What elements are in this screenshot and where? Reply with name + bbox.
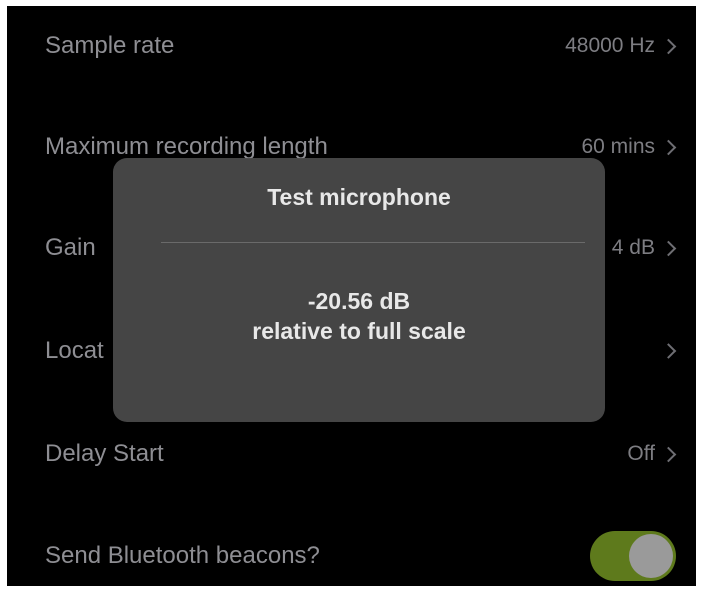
bluetooth-beacons-label: Send Bluetooth beacons? (45, 542, 320, 569)
max-recording-length-label: Maximum recording length (45, 133, 328, 160)
max-recording-length-value-group[interactable]: 60 mins (581, 135, 677, 159)
chevron-right-icon (660, 139, 677, 155)
settings-screen: Sample rate 48000 Hz Maximum recording l… (7, 6, 696, 586)
bluetooth-beacons-row: Send Bluetooth beacons? (7, 521, 696, 586)
gain-value: 4 dB (611, 236, 655, 259)
sample-rate-value: 48000 Hz (565, 34, 655, 57)
delay-start-label: Delay Start (45, 440, 164, 467)
location-label: Locat (45, 337, 104, 364)
bluetooth-beacons-toggle[interactable] (590, 531, 676, 581)
chevron-right-icon (660, 240, 677, 256)
sample-rate-row[interactable]: Sample rate 48000 Hz (7, 11, 696, 81)
sample-rate-label: Sample rate (45, 32, 175, 59)
chevron-right-icon (660, 446, 677, 462)
alert-body: -20.56 dB relative to full scale (113, 286, 605, 346)
alert-title: Test microphone (267, 184, 451, 210)
microphone-level: -20.56 dB (307, 288, 411, 314)
delay-start-value: Off (627, 442, 655, 465)
test-microphone-alert: Test microphone -20.56 dB relative to fu… (113, 158, 605, 422)
location-value-group[interactable] (655, 343, 677, 359)
delay-start-value-group[interactable]: Off (627, 442, 677, 466)
gain-label: Gain (45, 234, 96, 261)
chevron-right-icon (660, 343, 677, 359)
toggle-knob (629, 534, 673, 578)
max-recording-length-value: 60 mins (581, 135, 655, 158)
alert-divider (161, 242, 585, 243)
sample-rate-value-group[interactable]: 48000 Hz (565, 34, 677, 58)
chevron-right-icon (660, 38, 677, 54)
level-caption: relative to full scale (252, 318, 466, 344)
gain-value-group[interactable]: 4 dB (611, 236, 677, 260)
delay-start-row[interactable]: Delay Start Off (7, 419, 696, 489)
